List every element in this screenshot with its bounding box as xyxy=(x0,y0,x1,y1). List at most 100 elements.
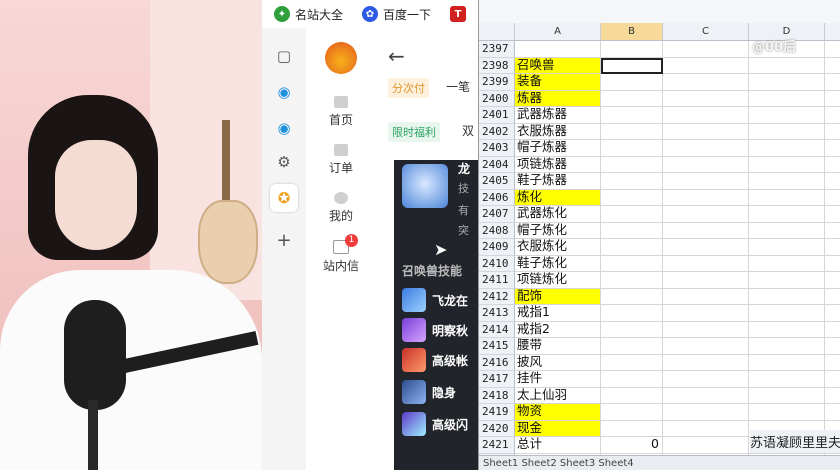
row-number[interactable]: 2414 xyxy=(479,321,515,338)
cell-c[interactable] xyxy=(663,74,749,91)
cell-d[interactable] xyxy=(749,222,825,239)
cell-a[interactable]: 总计 xyxy=(515,437,601,454)
cell-e[interactable] xyxy=(825,157,840,173)
cell-b[interactable] xyxy=(601,321,663,338)
cell-b[interactable] xyxy=(601,420,663,437)
cell-c[interactable] xyxy=(663,371,749,388)
cell-b[interactable] xyxy=(601,387,663,404)
cell-e[interactable] xyxy=(825,355,840,371)
row-number[interactable]: 2399 xyxy=(479,74,515,91)
cell-b[interactable] xyxy=(601,74,663,91)
cell-a[interactable]: 鞋子炼化 xyxy=(515,255,601,272)
cell-b[interactable] xyxy=(601,371,663,388)
row-number[interactable]: 2401 xyxy=(479,107,515,124)
skill-item[interactable]: 飞龙在 xyxy=(402,288,468,312)
cell-d[interactable] xyxy=(749,404,825,421)
row-number[interactable]: 2404 xyxy=(479,156,515,173)
cell-a[interactable]: 召唤兽 xyxy=(515,57,601,74)
cell-b[interactable] xyxy=(601,404,663,421)
row-number[interactable]: 2421 xyxy=(479,437,515,454)
bookmark-item[interactable]: ✦ 名站大全 xyxy=(274,4,343,24)
cell-c[interactable] xyxy=(663,90,749,107)
cell-a[interactable]: 太上仙羽 xyxy=(515,387,601,404)
cell-e[interactable] xyxy=(825,58,840,74)
cell-a[interactable]: 帽子炼器 xyxy=(515,140,601,157)
cell-d[interactable] xyxy=(749,156,825,173)
cell-b[interactable] xyxy=(601,41,663,58)
cell-b[interactable] xyxy=(601,305,663,322)
cell-d[interactable] xyxy=(749,123,825,140)
cell-c[interactable] xyxy=(663,338,749,355)
row-number[interactable]: 2415 xyxy=(479,338,515,355)
cell-a[interactable]: 帽子炼化 xyxy=(515,222,601,239)
cell-c[interactable] xyxy=(663,305,749,322)
cell-c[interactable] xyxy=(663,57,749,74)
cell-c[interactable] xyxy=(663,41,749,58)
cell-a[interactable]: 挂件 xyxy=(515,371,601,388)
cell-b[interactable]: 0 xyxy=(601,437,663,454)
cell-b[interactable] xyxy=(601,107,663,124)
cell-e[interactable] xyxy=(825,272,840,289)
cell-c[interactable] xyxy=(663,107,749,124)
cell-e[interactable] xyxy=(825,223,840,239)
cell-a[interactable]: 炼器 xyxy=(515,90,601,107)
cell-c[interactable] xyxy=(663,321,749,338)
row-number[interactable]: 2407 xyxy=(479,206,515,223)
cell-c[interactable] xyxy=(663,420,749,437)
cell-c[interactable] xyxy=(663,404,749,421)
browser-tab-icon[interactable]: ◉ xyxy=(270,114,298,142)
cell-a[interactable]: 腰带 xyxy=(515,338,601,355)
cell-d[interactable] xyxy=(749,305,825,322)
cell-d[interactable] xyxy=(749,90,825,107)
cell-e[interactable] xyxy=(825,74,840,91)
gear-icon[interactable]: ⚙ xyxy=(270,148,298,176)
back-arrow-icon[interactable]: ← xyxy=(388,44,405,68)
row-number[interactable]: 2409 xyxy=(479,239,515,256)
cell-a[interactable]: 武器炼器 xyxy=(515,107,601,124)
row-number[interactable]: 2403 xyxy=(479,140,515,157)
skill-item[interactable]: 明察秋 xyxy=(402,318,468,342)
cell-b[interactable] xyxy=(601,206,663,223)
row-number[interactable]: 2418 xyxy=(479,387,515,404)
row-number[interactable]: 2411 xyxy=(479,272,515,289)
cell-b[interactable] xyxy=(601,173,663,190)
cell-c[interactable] xyxy=(663,239,749,256)
cell-b[interactable] xyxy=(601,288,663,305)
cell-d[interactable] xyxy=(749,189,825,206)
cell-a[interactable]: 武器炼化 xyxy=(515,206,601,223)
cell-e[interactable] xyxy=(825,256,840,272)
column-header-b[interactable]: B xyxy=(601,23,663,40)
cell-a[interactable]: 衣服炼化 xyxy=(515,239,601,256)
cell-e[interactable] xyxy=(825,289,840,305)
cell-e[interactable] xyxy=(825,388,840,404)
cell-c[interactable] xyxy=(663,140,749,157)
cell-a[interactable]: 物资 xyxy=(515,404,601,421)
cell-e[interactable] xyxy=(825,371,840,388)
sheet-tabs[interactable]: Sheet1 Sheet2 Sheet3 Sheet4 xyxy=(479,455,840,470)
cell-d[interactable] xyxy=(749,272,825,289)
row-number[interactable]: 2412 xyxy=(479,288,515,305)
cell-c[interactable] xyxy=(663,288,749,305)
cell-e[interactable] xyxy=(825,239,840,256)
cell-e[interactable] xyxy=(825,190,840,206)
cell-b[interactable] xyxy=(601,222,663,239)
cell-e[interactable] xyxy=(825,140,840,157)
cell-c[interactable] xyxy=(663,123,749,140)
cell-d[interactable] xyxy=(749,387,825,404)
browser-tab-icon[interactable]: ◉ xyxy=(270,78,298,106)
nav-home[interactable]: 首页 xyxy=(306,96,376,128)
column-header-e[interactable] xyxy=(825,23,840,40)
cell-e[interactable] xyxy=(825,322,840,338)
row-number[interactable]: 2405 xyxy=(479,173,515,190)
cell-e[interactable] xyxy=(825,41,840,58)
row-number[interactable]: 2408 xyxy=(479,222,515,239)
cell-b[interactable] xyxy=(601,354,663,371)
cell-a[interactable]: 装备 xyxy=(515,74,601,91)
cell-b[interactable] xyxy=(601,57,663,74)
cell-c[interactable] xyxy=(663,387,749,404)
bookmark-item[interactable]: ✿ 百度一下 xyxy=(362,4,431,24)
nav-mine[interactable]: 我的 xyxy=(306,192,376,224)
cell-d[interactable] xyxy=(749,354,825,371)
cell-b[interactable] xyxy=(601,156,663,173)
active-tab-icon[interactable]: ✪ xyxy=(270,184,298,212)
